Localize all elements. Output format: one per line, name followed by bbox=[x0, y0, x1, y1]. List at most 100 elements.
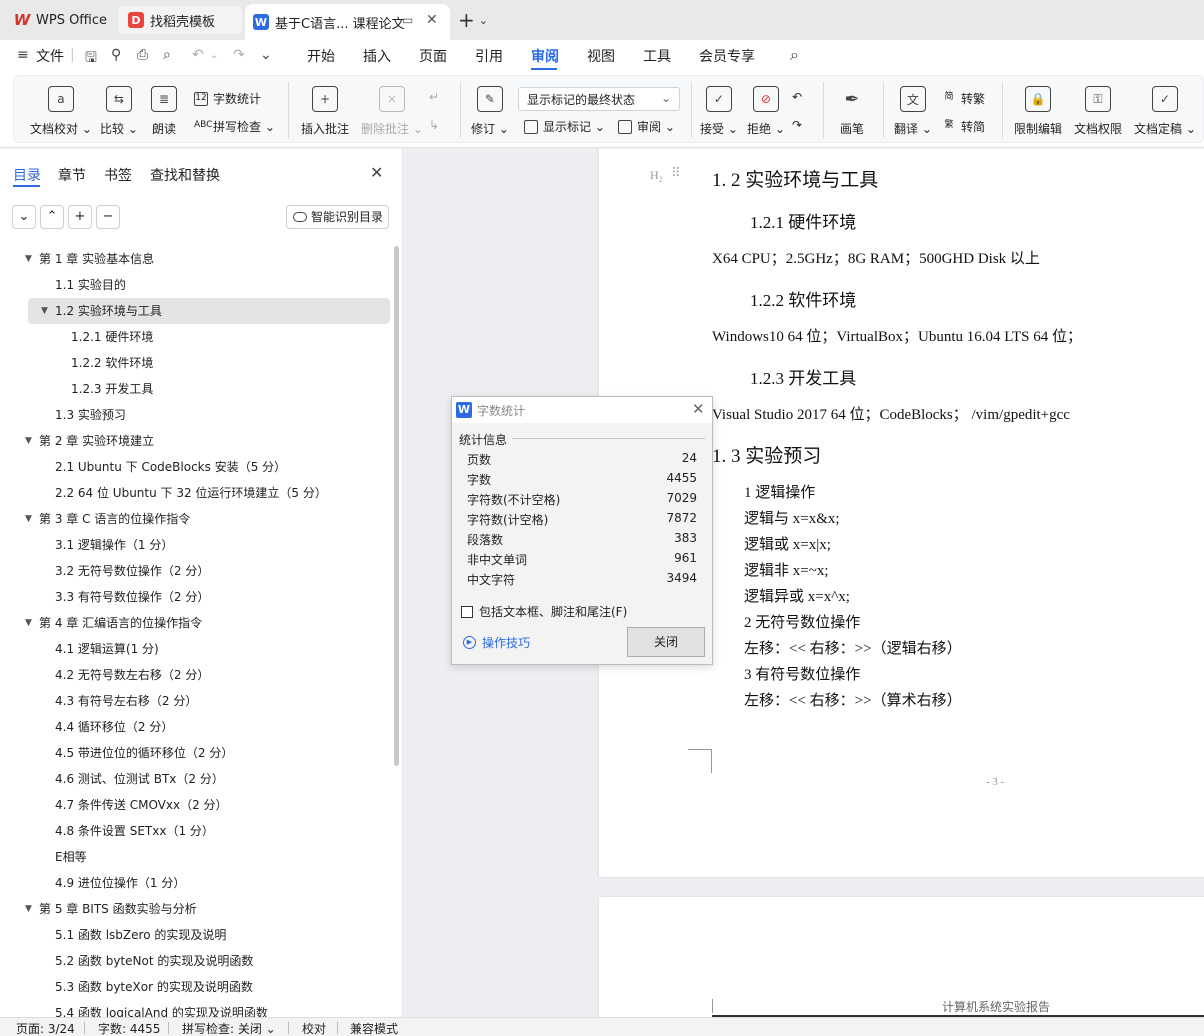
toc-item[interactable]: ▼ 第 5 章 BITS 函数实验与分析 bbox=[0, 896, 395, 922]
accept-button[interactable]: ✓ 接受 ⌄ bbox=[700, 80, 738, 137]
collapse-all-button[interactable]: ⌄ bbox=[12, 205, 36, 229]
expand-arrow-icon[interactable]: ▼ bbox=[25, 246, 32, 272]
tab-find-replace[interactable]: 查找和替换 bbox=[150, 165, 220, 185]
toc-item[interactable]: 3.3 有符号数位操作（2 分） bbox=[0, 584, 395, 610]
tab-toc[interactable]: 目录 bbox=[13, 165, 41, 185]
toc-item[interactable]: ▼ 第 4 章 汇编语言的位操作指令 bbox=[0, 610, 395, 636]
to-traditional-button[interactable]: 简 转繁 bbox=[942, 90, 985, 107]
undo-icon[interactable]: ↶ bbox=[192, 47, 204, 63]
status-proofread[interactable]: 校对 bbox=[302, 1020, 326, 1036]
status-spell-check[interactable]: 拼写检查: 关闭 ⌄ bbox=[182, 1020, 276, 1036]
more-chevron-icon[interactable]: ⌄ bbox=[260, 47, 272, 63]
expand-up-button[interactable]: ⌃ bbox=[40, 205, 64, 229]
status-word-count[interactable]: 字数: 4455 bbox=[98, 1020, 160, 1036]
insert-comment-button[interactable]: + 插入批注 bbox=[301, 80, 349, 137]
toc-item[interactable]: 4.8 条件设置 SETxx（1 分） bbox=[0, 818, 395, 844]
menu-membership[interactable]: 会员专享 bbox=[699, 46, 755, 66]
show-markup-button[interactable]: 显示标记 ⌄ bbox=[524, 118, 605, 135]
toc-item[interactable]: ▼ 1.2 实验环境与工具 bbox=[28, 298, 390, 324]
toc-item[interactable]: 1.3 实验预习 bbox=[0, 402, 395, 428]
close-icon[interactable]: ✕ bbox=[692, 400, 705, 418]
expand-arrow-icon[interactable]: ▼ bbox=[25, 896, 32, 922]
toc-item[interactable]: 5.2 函数 byteNot 的实现及说明函数 bbox=[0, 948, 395, 974]
toc-item[interactable]: 5.1 函数 lsbZero 的实现及说明 bbox=[0, 922, 395, 948]
toc-item[interactable]: ▼ 第 3 章 C 语言的位操作指令 bbox=[0, 506, 395, 532]
checkbox-box[interactable] bbox=[461, 605, 473, 618]
menu-home[interactable]: 开始 bbox=[307, 46, 335, 66]
review-pane-button[interactable]: 审阅 ⌄ bbox=[618, 118, 675, 135]
doc-permission-button[interactable]: ⚿ 文档权限 bbox=[1074, 80, 1122, 137]
toc-item[interactable]: 1.1 实验目的 bbox=[0, 272, 395, 298]
tab-document[interactable]: W 基于C语言... 课程论文 ▭ ✕ bbox=[245, 4, 450, 40]
print-preview-icon[interactable]: ⌕ bbox=[163, 47, 171, 63]
toc-item[interactable]: 4.1 逻辑运算(1 分) bbox=[0, 636, 395, 662]
close-tab-icon[interactable]: ✕ bbox=[426, 12, 438, 28]
toc-item[interactable]: E相等 bbox=[0, 844, 395, 870]
toc-item[interactable]: 1.2.3 开发工具 bbox=[0, 376, 395, 402]
toc-item[interactable]: 4.3 有符号左右移（2 分） bbox=[0, 688, 395, 714]
expand-arrow-icon[interactable]: ▼ bbox=[25, 506, 32, 532]
heading-level-marker[interactable]: H₂ bbox=[650, 168, 663, 183]
share-icon[interactable]: ⚲ bbox=[111, 47, 121, 63]
tab-bookmarks[interactable]: 书签 bbox=[104, 165, 132, 185]
toc-item[interactable]: 4.2 无符号数左右移（2 分） bbox=[0, 662, 395, 688]
menu-page[interactable]: 页面 bbox=[419, 46, 447, 66]
menu-insert[interactable]: 插入 bbox=[363, 46, 391, 66]
spell-check-button[interactable]: ABC 拼写检查 ⌄ bbox=[194, 118, 275, 135]
expand-arrow-icon[interactable]: ▼ bbox=[25, 610, 32, 636]
menu-file[interactable]: 文件 bbox=[36, 46, 64, 66]
delete-comment-button[interactable]: × 删除批注 ⌄ bbox=[361, 80, 423, 137]
redo-icon[interactable]: ↷ bbox=[233, 47, 245, 63]
toc-item[interactable]: ▼ 第 1 章 实验基本信息 bbox=[0, 246, 395, 272]
doc-proofread-button[interactable]: a 文档校对 ⌄ bbox=[30, 80, 92, 137]
toc-item[interactable]: ▼ 第 2 章 实验环境建立 bbox=[0, 428, 395, 454]
document-page-next[interactable]: 计算机系统实验报告 bbox=[599, 897, 1204, 1017]
search-icon[interactable]: ⌕ bbox=[790, 45, 799, 65]
next-comment-button[interactable]: ↳ bbox=[429, 118, 439, 132]
markup-state-select[interactable]: 显示标记的最终状态 ⌄ bbox=[518, 87, 680, 111]
tab-template[interactable]: D 找稻壳模板 bbox=[118, 6, 242, 34]
read-aloud-button[interactable]: ≣ 朗读 bbox=[151, 80, 177, 137]
doc-finalize-button[interactable]: ✓ 文档定稿 ⌄ bbox=[1134, 80, 1196, 137]
toc-item[interactable]: 4.9 进位位操作（1 分） bbox=[0, 870, 395, 896]
include-textbox-checkbox[interactable]: 包括文本框、脚注和尾注(F) bbox=[461, 603, 627, 620]
compare-button[interactable]: ⇆ 比较 ⌄ bbox=[100, 80, 138, 137]
undo-dropdown-icon[interactable]: ⌄ bbox=[210, 50, 218, 61]
scrollbar[interactable] bbox=[394, 246, 399, 766]
expand-arrow-icon[interactable]: ▼ bbox=[25, 428, 32, 454]
toc-item[interactable]: 1.2.2 软件环境 bbox=[0, 350, 395, 376]
prev-change-button[interactable]: ↶ bbox=[792, 90, 802, 104]
close-button[interactable]: 关闭 bbox=[627, 627, 705, 657]
menu-view[interactable]: 视图 bbox=[587, 46, 615, 66]
toc-item[interactable]: 4.5 带进位位的循环移位（2 分） bbox=[0, 740, 395, 766]
remove-heading-button[interactable]: − bbox=[96, 205, 120, 229]
menu-review[interactable]: 审阅 bbox=[531, 46, 559, 66]
translate-button[interactable]: 文 翻译 ⌄ bbox=[894, 80, 932, 137]
word-count-button[interactable]: 12 字数统计 bbox=[194, 90, 261, 107]
add-heading-button[interactable]: + bbox=[68, 205, 92, 229]
save-icon[interactable]: 🖫 bbox=[85, 47, 97, 71]
new-tab-button[interactable]: + ⌄ bbox=[458, 6, 488, 34]
pen-button[interactable]: ✒ 画笔 bbox=[839, 80, 865, 137]
prev-comment-button[interactable]: ↵ bbox=[429, 90, 439, 104]
menu-tools[interactable]: 工具 bbox=[643, 46, 671, 66]
tips-link[interactable]: ▶ 操作技巧 bbox=[463, 634, 530, 651]
toc-item[interactable]: 4.4 循环移位（2 分） bbox=[0, 714, 395, 740]
window-restore-icon[interactable]: ▭ bbox=[402, 13, 413, 27]
dialog-titlebar[interactable]: W 字数统计 ✕ bbox=[452, 397, 712, 423]
menu-references[interactable]: 引用 bbox=[475, 46, 503, 66]
toc-item[interactable]: 4.6 测试、位测试 BTx（2 分） bbox=[0, 766, 395, 792]
close-icon[interactable]: ✕ bbox=[370, 163, 383, 182]
reject-button[interactable]: ⊘ 拒绝 ⌄ bbox=[747, 80, 785, 137]
next-change-button[interactable]: ↷ bbox=[792, 118, 802, 132]
restrict-edit-button[interactable]: 🔒 限制编辑 bbox=[1014, 80, 1062, 137]
track-changes-button[interactable]: ✎ 修订 ⌄ bbox=[471, 80, 509, 137]
toc-item[interactable]: 1.2.1 硬件环境 bbox=[0, 324, 395, 350]
print-icon[interactable]: ⎙ bbox=[137, 47, 148, 63]
toc-item[interactable]: 5.3 函数 byteXor 的实现及说明函数 bbox=[0, 974, 395, 1000]
to-simplified-button[interactable]: 繁 转简 bbox=[942, 118, 985, 135]
toc-item[interactable]: 4.7 条件传送 CMOVxx（2 分） bbox=[0, 792, 395, 818]
smart-toc-button[interactable]: 智能识别目录 bbox=[286, 205, 389, 229]
toc-item[interactable]: 3.2 无符号数位操作（2 分） bbox=[0, 558, 395, 584]
toc-item[interactable]: 3.1 逻辑操作（1 分） bbox=[0, 532, 395, 558]
